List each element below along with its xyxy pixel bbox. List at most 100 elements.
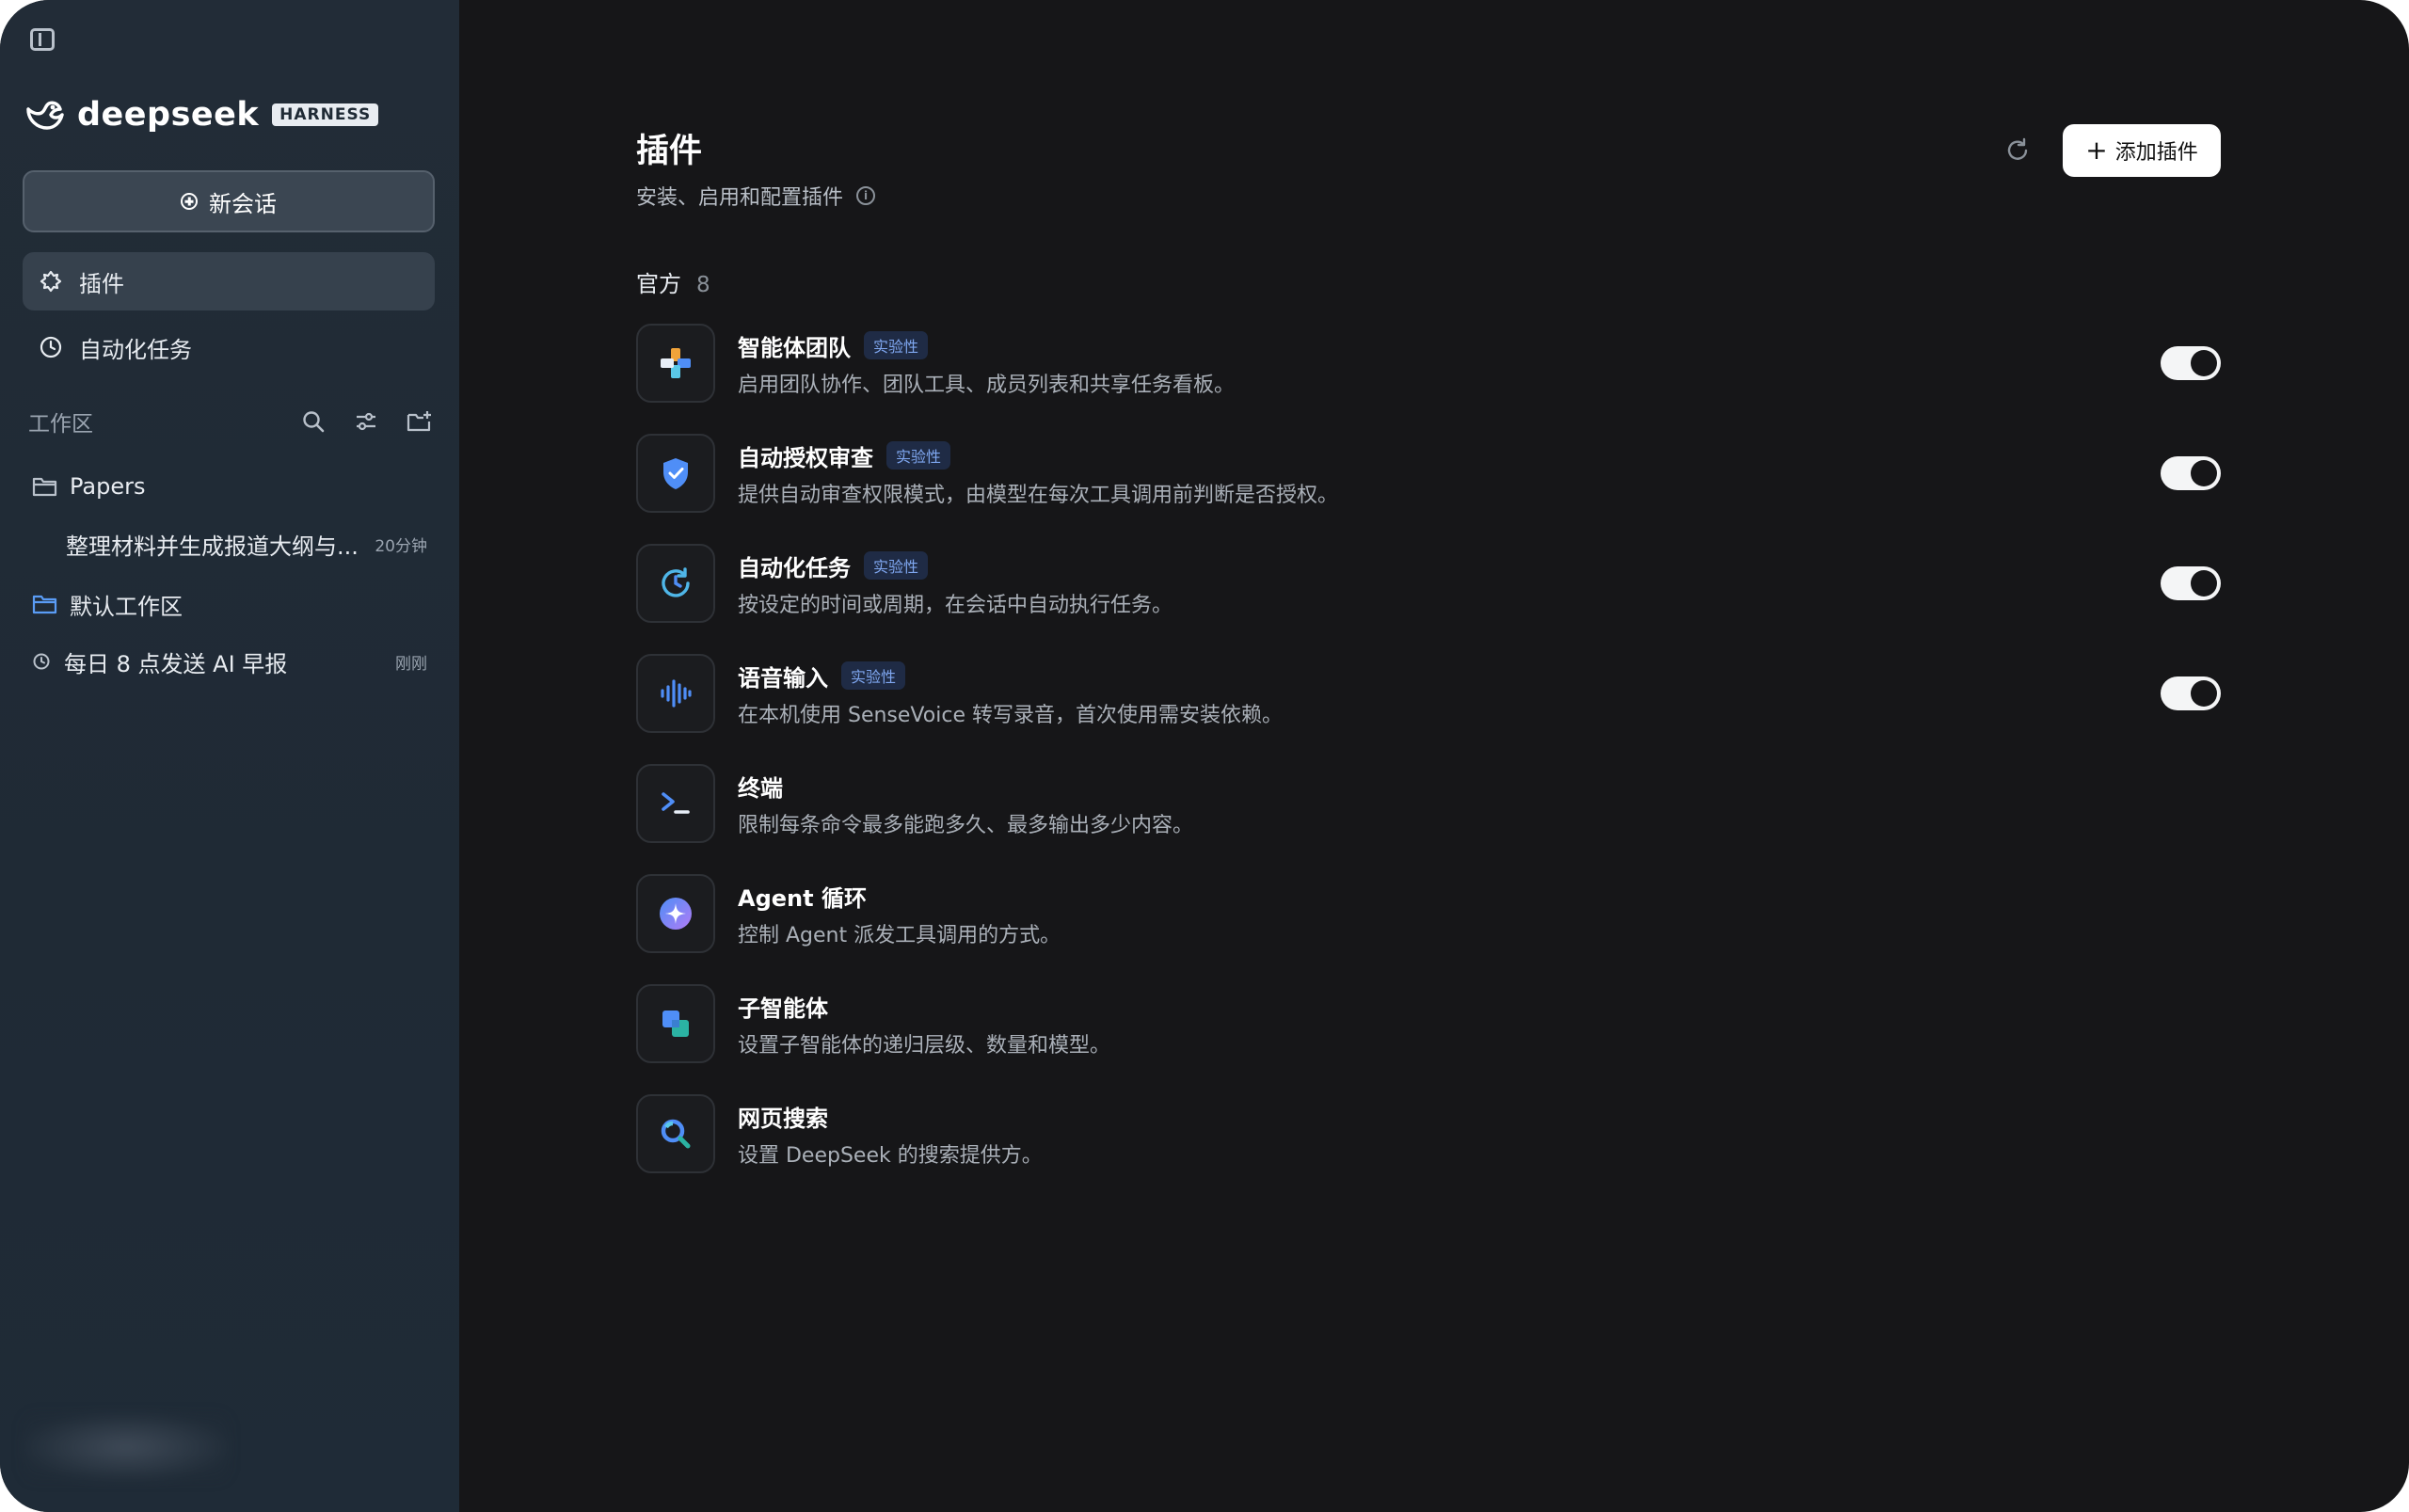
plugin-name: 自动授权审查 bbox=[738, 444, 873, 471]
subtitle-text: 安装、启用和配置插件 bbox=[636, 186, 844, 210]
plugin-text: 自动化任务 实验性 按设定的时间或周期，在会话中自动执行任务。 bbox=[738, 549, 2161, 618]
plugin-name: 终端 bbox=[738, 774, 783, 802]
workspace-title: 工作区 bbox=[28, 412, 93, 437]
plugin-name: 子智能体 bbox=[738, 995, 828, 1022]
plugin-row[interactable]: 语音输入 实验性 在本机使用 SenseVoice 转写录音，首次使用需安装依赖… bbox=[636, 652, 2221, 735]
toggle-knob bbox=[2191, 570, 2217, 597]
scheduled-task-item[interactable]: 每日 8 点发送 AI 早报 刚刚 bbox=[32, 643, 427, 680]
folder-icon bbox=[32, 477, 57, 497]
terminal-icon bbox=[636, 764, 715, 843]
clock-icon bbox=[38, 334, 64, 360]
waveform-icon bbox=[636, 654, 715, 733]
plugin-row[interactable]: 自动授权审查 实验性 提供自动审查权限模式，由模型在每次工具调用前判断是否授权。 bbox=[636, 432, 2221, 515]
new-chat-button[interactable]: 新会话 bbox=[23, 170, 435, 232]
refresh-icon bbox=[2007, 137, 2028, 160]
new-chat-label: 新会话 bbox=[209, 190, 277, 217]
plugin-row[interactable]: 自动化任务 实验性 按设定的时间或周期，在会话中自动执行任务。 bbox=[636, 542, 2221, 625]
clock-icon bbox=[33, 653, 50, 670]
folder-default-workspace[interactable]: 默认工作区 bbox=[32, 585, 183, 623]
task-title: 每日 8 点发送 AI 早报 bbox=[64, 650, 288, 677]
search-icon[interactable] bbox=[299, 407, 327, 436]
plugin-toggle[interactable] bbox=[2161, 456, 2221, 490]
shield-icon bbox=[636, 434, 715, 513]
plugin-row[interactable]: 子智能体 设置子智能体的递归层级、数量和模型。 bbox=[636, 982, 2221, 1065]
search-icon bbox=[636, 1094, 715, 1173]
plugin-description: 设置 DeepSeek 的搜索提供方。 bbox=[738, 1144, 1043, 1168]
section-title: 官方 bbox=[636, 271, 681, 297]
plugin-text: 自动授权审查 实验性 提供自动审查权限模式，由模型在每次工具调用前判断是否授权。 bbox=[738, 438, 2161, 508]
folder-papers[interactable]: Papers bbox=[32, 468, 145, 505]
experimental-badge: 实验性 bbox=[841, 661, 906, 690]
session-item[interactable]: 整理材料并生成报道大纲与... 20分钟 bbox=[66, 525, 427, 563]
sparkle-icon bbox=[636, 874, 715, 953]
user-profile-area[interactable] bbox=[23, 1413, 230, 1481]
folder-label: Papers bbox=[70, 473, 146, 500]
plugin-row[interactable]: 网页搜索 设置 DeepSeek 的搜索提供方。 bbox=[636, 1092, 2221, 1175]
plugin-name: 语音输入 bbox=[738, 664, 828, 692]
workspace-header: 工作区 bbox=[28, 405, 433, 438]
plugin-text: 语音输入 实验性 在本机使用 SenseVoice 转写录音，首次使用需安装依赖… bbox=[738, 659, 2161, 728]
plugin-text: 智能体团队 实验性 启用团队协作、团队工具、成员列表和共享任务看板。 bbox=[738, 328, 2161, 398]
experimental-badge: 实验性 bbox=[886, 441, 951, 470]
clock-refresh-icon bbox=[636, 544, 715, 623]
logo-badge: HARNESS bbox=[272, 103, 379, 126]
plugin-toggle[interactable] bbox=[2161, 346, 2221, 380]
main-panel: 插件 安装、启用和配置插件 i + 添加插件 官方 8 智能体团队 实验性 启用… bbox=[459, 0, 2409, 1512]
plugin-text: 终端 限制每条命令最多能跑多久、最多输出多少内容。 bbox=[738, 769, 2221, 838]
plugin-name: 自动化任务 bbox=[738, 554, 851, 581]
nav-item-automation[interactable]: 自动化任务 bbox=[23, 318, 435, 376]
task-time: 刚刚 bbox=[395, 654, 427, 674]
plugin-row[interactable]: 终端 限制每条命令最多能跑多久、最多输出多少内容。 bbox=[636, 762, 2221, 845]
folder-label: 默认工作区 bbox=[70, 593, 183, 620]
session-title: 整理材料并生成报道大纲与... bbox=[66, 533, 359, 560]
nav-item-label: 插件 bbox=[79, 270, 124, 297]
page-title: 插件 bbox=[636, 133, 703, 170]
experimental-badge: 实验性 bbox=[864, 331, 929, 359]
plugin-text: Agent 循环 控制 Agent 派发工具调用的方式。 bbox=[738, 879, 2221, 948]
toggle-knob bbox=[2191, 680, 2217, 707]
plugin-name: Agent 循环 bbox=[738, 884, 867, 912]
section-official: 官方 8 bbox=[636, 265, 710, 298]
plugin-text: 子智能体 设置子智能体的递归层级、数量和模型。 bbox=[738, 989, 2221, 1058]
plugin-name: 智能体团队 bbox=[738, 334, 851, 361]
nav-item-label: 自动化任务 bbox=[79, 336, 192, 363]
plugin-row[interactable]: Agent 循环 控制 Agent 派发工具调用的方式。 bbox=[636, 872, 2221, 955]
plus-icon: + bbox=[2085, 135, 2108, 166]
plugin-description: 在本机使用 SenseVoice 转写录音，首次使用需安装依赖。 bbox=[738, 704, 1283, 727]
sidebar-toggle-icon[interactable] bbox=[30, 28, 55, 51]
page-subtitle: 安装、启用和配置插件 i bbox=[636, 181, 876, 211]
add-plugin-label: 添加插件 bbox=[2114, 141, 2198, 165]
section-count: 8 bbox=[696, 273, 710, 297]
experimental-badge: 实验性 bbox=[864, 551, 929, 580]
logo: deepseek HARNESS bbox=[24, 94, 379, 135]
plugin-description: 启用团队协作、团队工具、成员列表和共享任务看板。 bbox=[738, 374, 1236, 397]
puzzle-icon bbox=[38, 268, 64, 294]
new-folder-icon[interactable] bbox=[405, 407, 433, 436]
session-time: 20分钟 bbox=[375, 536, 427, 556]
plugin-text: 网页搜索 设置 DeepSeek 的搜索提供方。 bbox=[738, 1099, 2221, 1169]
nav-item-plugins[interactable]: 插件 bbox=[23, 252, 435, 310]
team-icon bbox=[636, 324, 715, 403]
logo-text: deepseek bbox=[77, 96, 260, 134]
app-window: deepseek HARNESS 新会话 插件 自动化任务 工作区 Papers… bbox=[0, 0, 2409, 1512]
plugin-description: 限制每条命令最多能跑多久、最多输出多少内容。 bbox=[738, 814, 1194, 837]
plugin-row[interactable]: 智能体团队 实验性 启用团队协作、团队工具、成员列表和共享任务看板。 bbox=[636, 322, 2221, 405]
plugin-description: 设置子智能体的递归层级、数量和模型。 bbox=[738, 1034, 1111, 1058]
folder-open-icon bbox=[32, 595, 57, 614]
whale-logo-icon bbox=[26, 101, 64, 130]
plugin-description: 按设定的时间或周期，在会话中自动执行任务。 bbox=[738, 594, 1173, 617]
layers-icon bbox=[636, 984, 715, 1063]
filter-icon[interactable] bbox=[352, 407, 380, 436]
toggle-knob bbox=[2191, 460, 2217, 486]
refresh-button[interactable] bbox=[2001, 134, 2034, 167]
plugin-description: 控制 Agent 派发工具调用的方式。 bbox=[738, 924, 1061, 947]
plugin-toggle[interactable] bbox=[2161, 566, 2221, 600]
sidebar: deepseek HARNESS 新会话 插件 自动化任务 工作区 Papers… bbox=[0, 0, 459, 1512]
plus-circle-icon bbox=[181, 193, 198, 210]
info-icon[interactable]: i bbox=[856, 186, 876, 205]
plugin-description: 提供自动审查权限模式，由模型在每次工具调用前判断是否授权。 bbox=[738, 484, 1339, 507]
plugin-toggle[interactable] bbox=[2161, 676, 2221, 710]
toggle-knob bbox=[2191, 350, 2217, 376]
plugin-name: 网页搜索 bbox=[738, 1105, 828, 1132]
add-plugin-button[interactable]: + 添加插件 bbox=[2063, 124, 2221, 177]
